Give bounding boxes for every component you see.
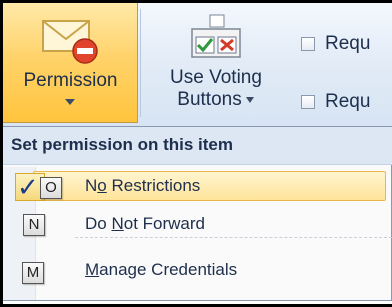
- menu-item-manage-credentials[interactable]: Manage Credentials: [3, 253, 392, 289]
- ribbon-separator: [140, 9, 141, 117]
- use-voting-buttons-button[interactable]: Use Voting Buttons: [151, 67, 281, 111]
- ribbon: Permission Use Voting Buttons Requ Requ: [3, 3, 392, 127]
- request-label-1: Requ: [325, 33, 371, 54]
- keytip-n: N: [23, 214, 45, 236]
- request-option-2[interactable]: Requ: [301, 91, 370, 113]
- checkbox[interactable]: [301, 36, 315, 51]
- checkmark-icon: ✓: [17, 172, 39, 202]
- request-option-1[interactable]: Requ: [301, 33, 370, 55]
- menu-item-label: No Restrictions: [85, 176, 201, 195]
- voting-ballot-icon: [191, 14, 241, 58]
- screenshot-frame: Permission Use Voting Buttons Requ Requ: [3, 3, 392, 304]
- envelope-restricted-icon: [42, 20, 98, 64]
- menu-header: Set permission on this item: [3, 127, 392, 165]
- request-label-2: Requ: [325, 91, 371, 112]
- permission-label: Permission: [23, 70, 118, 91]
- keytip-m: M: [22, 262, 44, 284]
- menu-separator: [75, 237, 392, 238]
- permission-dropdown-menu: Set permission on this item ✓ No Restric…: [3, 126, 392, 301]
- dropdown-arrow-icon: [245, 96, 254, 103]
- dropdown-arrow-icon: [65, 99, 75, 105]
- checkbox[interactable]: [301, 94, 315, 109]
- menu-item-label: Manage Credentials: [85, 260, 238, 279]
- voting-label-line2: Buttons: [177, 89, 242, 110]
- permission-button[interactable]: Permission: [3, 3, 138, 123]
- voting-label-line1: Use Voting: [170, 67, 262, 88]
- keytip-o: O: [40, 177, 62, 199]
- menu-item-label: Do Not Forward: [85, 214, 205, 233]
